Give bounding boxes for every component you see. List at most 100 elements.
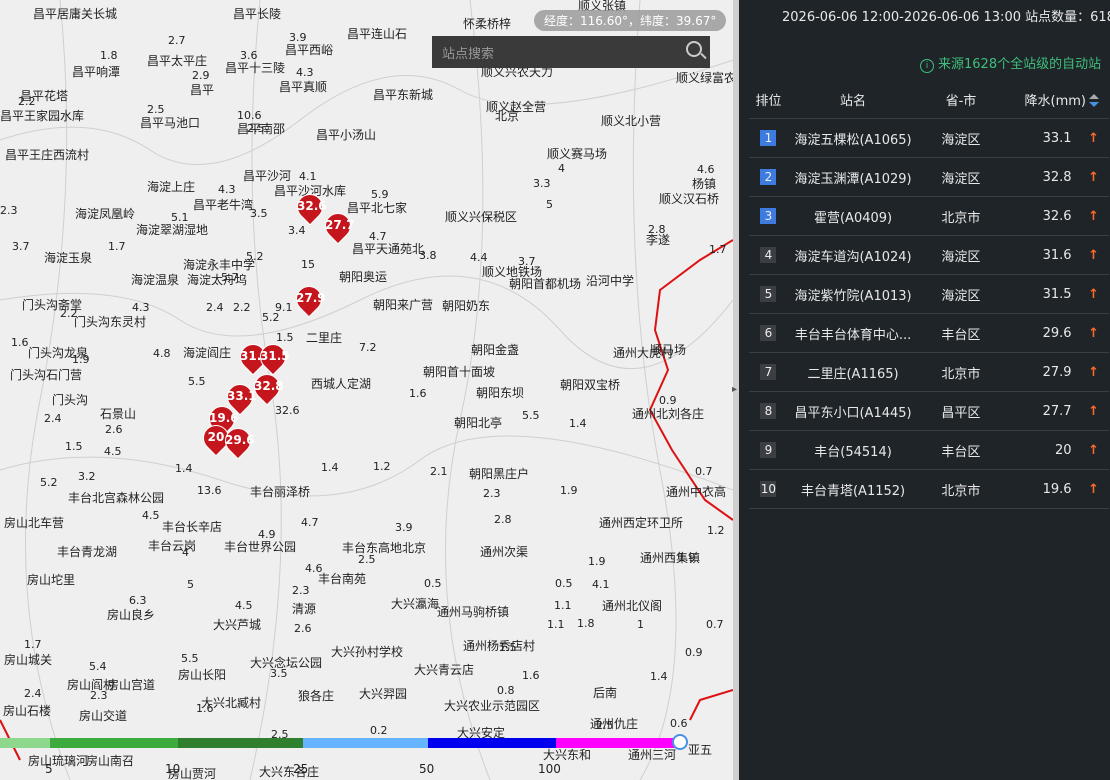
rain-pin-marker[interactable]: 32.8	[248, 368, 286, 406]
rain-value[interactable]: 0.9	[685, 647, 703, 659]
rain-value[interactable]: 4.9	[258, 529, 276, 541]
rain-value[interactable]: 2.2	[18, 96, 36, 108]
table-row[interactable]: 4 海淀车道沟(A1024) 海淀区 31.6 ↑	[749, 235, 1109, 275]
rain-value[interactable]: 1.4	[321, 462, 339, 474]
rain-value[interactable]: 2.2	[60, 308, 78, 320]
rain-value[interactable]: 0.6	[670, 718, 688, 730]
search-icon[interactable]	[686, 41, 702, 57]
rain-pin-marker[interactable]: 27.9	[290, 280, 328, 318]
col-rain[interactable]: 降水(mm)	[1003, 80, 1109, 119]
rain-value[interactable]: 1.2	[373, 461, 391, 473]
rain-value[interactable]: 2.5	[247, 123, 265, 135]
rain-value[interactable]: 3.9	[289, 32, 307, 44]
station-cell[interactable]: 丰台(54514)	[787, 430, 919, 470]
rain-value[interactable]: 2.7	[168, 35, 186, 47]
rain-value[interactable]: 4.3	[132, 302, 150, 314]
rain-value[interactable]: 2.5	[358, 554, 376, 566]
station-cell[interactable]: 二里庄(A1165)	[787, 352, 919, 392]
rain-value[interactable]: 1.5	[499, 642, 517, 654]
table-row[interactable]: 5 海淀紫竹院(A1013) 海淀区 31.5 ↑	[749, 274, 1109, 314]
rain-value[interactable]: 5.5	[181, 653, 199, 665]
rain-value[interactable]: 4.1	[592, 579, 610, 591]
rain-value[interactable]: 1.9	[560, 485, 578, 497]
rain-value[interactable]: 1.7	[108, 241, 126, 253]
rain-value[interactable]: 2.4	[206, 302, 224, 314]
rain-value[interactable]: 10.6	[237, 110, 262, 122]
sort-icon[interactable]	[1089, 94, 1099, 108]
station-cell[interactable]: 海淀紫竹院(A1013)	[787, 274, 919, 314]
rain-value[interactable]: 1.6	[409, 388, 427, 400]
rain-value[interactable]: 3.5	[250, 208, 268, 220]
rain-value[interactable]: 1.9	[678, 552, 696, 564]
rain-value[interactable]: 3.9	[395, 522, 413, 534]
table-row[interactable]: 8 昌平东小口(A1445) 昌平区 27.7 ↑	[749, 391, 1109, 431]
table-row[interactable]: 2 海淀玉渊潭(A1029) 海淀区 32.8 ↑	[749, 157, 1109, 197]
station-search[interactable]: 站点搜索	[432, 36, 710, 68]
rain-value[interactable]: 4.1	[299, 171, 317, 183]
legend-slider-knob[interactable]	[672, 734, 688, 750]
rain-value[interactable]: 1.6	[196, 703, 214, 715]
rain-value[interactable]: 13.6	[197, 485, 222, 497]
rain-value[interactable]: 5.1	[171, 212, 189, 224]
rain-value[interactable]: 4	[558, 163, 565, 175]
rain-value[interactable]: 4.3	[296, 67, 314, 79]
rain-value[interactable]: 9.1	[275, 302, 293, 314]
rain-value[interactable]: 5.5	[188, 376, 206, 388]
rain-value[interactable]: 4.6	[697, 164, 715, 176]
rain-value[interactable]: 0.5	[555, 578, 573, 590]
rain-value[interactable]: 3.4	[288, 225, 306, 237]
rain-value[interactable]: 1.6	[522, 670, 540, 682]
rain-value[interactable]: 5.7	[221, 272, 239, 284]
rain-value[interactable]: 6.3	[129, 595, 147, 607]
rain-value[interactable]: 2.9	[192, 70, 210, 82]
station-cell[interactable]: 昌平东小口(A1445)	[787, 391, 919, 431]
table-row[interactable]: 7 二里庄(A1165) 北京市 27.9 ↑	[749, 352, 1109, 392]
rain-value[interactable]: 1.4	[650, 671, 668, 683]
station-cell[interactable]: 霍营(A0409)	[787, 196, 919, 236]
rain-value[interactable]: 2.6	[105, 424, 123, 436]
rain-value[interactable]: 3.5	[270, 668, 288, 680]
rain-value[interactable]: 5.9	[371, 189, 389, 201]
station-cell[interactable]: 海淀玉渊潭(A1029)	[787, 157, 919, 197]
rain-value[interactable]: 1.1	[554, 600, 572, 612]
rain-value[interactable]: 3.3	[533, 178, 551, 190]
station-cell[interactable]: 海淀五棵松(A1065)	[787, 118, 919, 158]
table-row[interactable]: 9 丰台(54514) 丰台区 20 ↑	[749, 430, 1109, 470]
rain-value[interactable]: 4.7	[301, 517, 319, 529]
rain-pin-marker[interactable]: 29.6	[219, 422, 257, 460]
rain-value[interactable]: 5.4	[89, 661, 107, 673]
rain-value[interactable]: 2.3	[292, 585, 310, 597]
rain-value[interactable]: 1.9	[72, 354, 90, 366]
rain-value[interactable]: 2.5	[596, 720, 614, 732]
rain-value[interactable]: 3.8	[419, 250, 437, 262]
rain-value[interactable]: 2.3	[0, 205, 18, 217]
rain-value[interactable]: 4	[182, 547, 189, 559]
rain-value[interactable]: 1.1	[547, 619, 565, 631]
table-row[interactable]: 10 丰台青塔(A1152) 北京市 19.6 ↑	[749, 469, 1109, 509]
rain-value[interactable]: 4.7	[369, 231, 387, 243]
rain-value[interactable]: 4.4	[470, 252, 488, 264]
rain-value[interactable]: 2.6	[294, 623, 312, 635]
rain-value[interactable]: 2.8	[648, 224, 666, 236]
rain-value[interactable]: 3.6	[240, 50, 258, 62]
rain-value[interactable]: 5	[187, 579, 194, 591]
station-cell[interactable]: 丰台青塔(A1152)	[787, 469, 919, 509]
rain-value[interactable]: 5.2	[40, 477, 58, 489]
rain-value[interactable]: 2.4	[24, 688, 42, 700]
rain-value[interactable]: 0.2	[370, 725, 388, 737]
rain-value[interactable]: 1.6	[11, 337, 29, 349]
rain-pin-marker[interactable]: 31.5	[254, 338, 292, 376]
rain-value[interactable]: 4.6	[305, 563, 323, 575]
rain-value[interactable]: 2.4	[44, 413, 62, 425]
rain-value[interactable]: 1.2	[707, 525, 725, 537]
rain-pin-marker[interactable]: 32.6	[291, 188, 329, 226]
rain-value[interactable]: 1	[637, 619, 644, 631]
rain-value[interactable]: 5	[546, 199, 553, 211]
rain-value[interactable]: 0.5	[424, 578, 442, 590]
rain-value[interactable]: 1.7	[709, 244, 727, 256]
station-cell[interactable]: 海淀车道沟(A1024)	[787, 235, 919, 275]
rain-value[interactable]: 32.6	[275, 405, 300, 417]
rain-value[interactable]: 2.3	[483, 488, 501, 500]
rain-value[interactable]: 4.5	[104, 446, 122, 458]
rain-value[interactable]: 4.5	[142, 510, 160, 522]
